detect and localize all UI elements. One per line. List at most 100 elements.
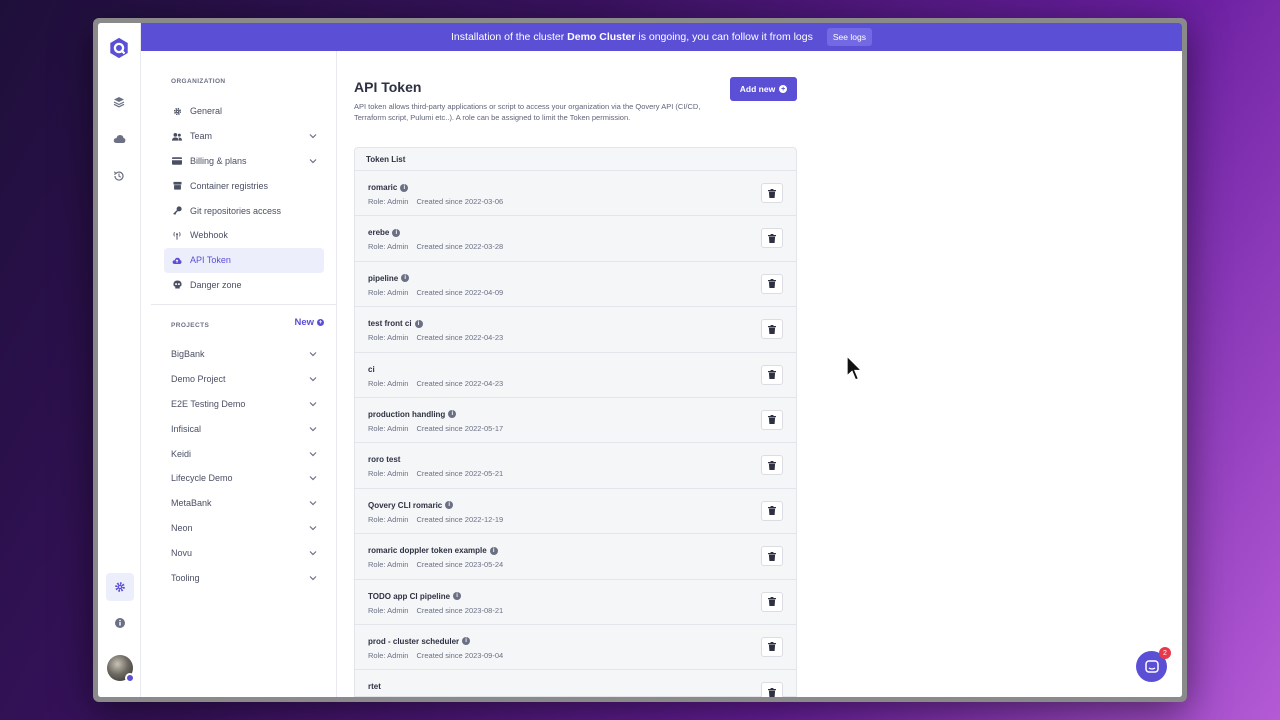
info-icon[interactable]: i [400, 183, 409, 192]
project-item-keidi[interactable]: Keidi [164, 441, 324, 466]
sidebar-item-general[interactable]: General [164, 99, 324, 124]
token-created: Created since 2022-04-09 [416, 287, 504, 297]
qovery-logo-icon[interactable] [108, 37, 130, 59]
chat-support-button[interactable]: 2 [1136, 647, 1171, 682]
chat-unread-badge: 2 [1159, 647, 1171, 659]
token-row: romaric i Role: Admin Created since 2022-03… [355, 171, 796, 217]
info-icon[interactable]: i [448, 410, 457, 419]
project-item-bigbank[interactable]: BigBank [164, 342, 324, 367]
delete-token-button[interactable] [761, 682, 783, 697]
delete-token-button[interactable] [761, 500, 783, 521]
token-row: Qovery CLI romaric i Role: Admin Created si… [355, 489, 796, 535]
delete-token-button[interactable] [761, 591, 783, 612]
project-label: Neon [171, 522, 193, 533]
add-new-token-button[interactable]: Add new + [730, 77, 797, 101]
info-icon[interactable]: i [445, 501, 454, 510]
users-icon [171, 132, 183, 141]
sidebar-item-label: API Token [190, 255, 231, 266]
project-label: MetaBank [171, 498, 212, 509]
project-item-e2e-testing-demo[interactable]: E2E Testing Demo [164, 392, 324, 417]
sidebar-item-billing-plans[interactable]: Billing & plans [164, 149, 324, 174]
token-name-wrap: roro test [368, 455, 400, 464]
token-role: Role: Admin [368, 469, 409, 479]
delete-token-button[interactable] [761, 273, 783, 294]
token-role: Role: Admin [368, 514, 409, 524]
trash-icon [768, 233, 776, 243]
chat-bubble-icon [1144, 659, 1159, 673]
chevron-down-icon [309, 402, 317, 407]
token-name-wrap: prod - cluster scheduler i [368, 637, 471, 646]
sidebar-item-webhook[interactable]: Webhook [164, 223, 324, 248]
see-logs-button[interactable]: See logs [826, 28, 872, 46]
token-name: romaric [368, 183, 398, 192]
page-title: API Token [354, 79, 422, 95]
token-role: Role: Admin [368, 423, 409, 433]
token-role: Role: Admin [368, 333, 409, 343]
chevron-down-icon [309, 526, 317, 531]
cloud-icon[interactable] [105, 125, 133, 153]
token-name: Qovery CLI romaric [368, 500, 443, 510]
organization-section-title: ORGANIZATION [171, 78, 226, 85]
delete-token-button[interactable] [761, 228, 783, 249]
delete-token-button[interactable] [761, 183, 783, 203]
sidebar-item-label: General [190, 106, 223, 117]
project-item-metabank[interactable]: MetaBank [164, 491, 324, 516]
info-icon[interactable]: i [453, 592, 462, 601]
token-created: Created since 2022-05-17 [416, 423, 504, 433]
delete-token-button[interactable] [761, 636, 783, 657]
delete-token-button[interactable] [761, 409, 783, 430]
settings-gear-icon[interactable] [105, 573, 134, 601]
delete-token-button[interactable] [761, 546, 783, 567]
new-project-button[interactable]: New + [294, 317, 324, 328]
delete-token-button[interactable] [761, 364, 783, 385]
icon-rail [98, 23, 141, 697]
sidebar-item-container-registries[interactable]: Container registries [164, 173, 324, 198]
info-icon[interactable]: i [414, 319, 423, 328]
layers-icon[interactable] [105, 88, 133, 116]
sidebar-item-api-token[interactable]: API Token [164, 247, 324, 273]
token-created: Created since 2022-04-23 [416, 378, 504, 388]
token-created: Created since 2023-05-24 [416, 560, 504, 570]
project-label: Lifecycle Demo [171, 473, 233, 484]
token-created: Created since 2023-08-21 [416, 605, 504, 615]
token-meta: Role: Admin Created since 2022-03-06 [368, 197, 503, 206]
history-icon[interactable] [105, 162, 133, 190]
app-window: Installation of the cluster Demo Cluster… [93, 18, 1187, 702]
token-name-wrap: rtet [368, 682, 381, 691]
token-meta: Role: Admin Created since 2023-10-02 [368, 696, 503, 697]
banner-message: Installation of the cluster Demo Cluster… [451, 31, 813, 43]
banner-cluster-name: Demo Cluster [567, 31, 636, 43]
sidebar-item-label: Danger zone [190, 279, 242, 290]
project-item-demo-project[interactable]: Demo Project [164, 367, 324, 392]
project-item-tooling[interactable]: Tooling [164, 565, 324, 590]
token-role: Role: Admin [368, 287, 409, 297]
project-item-neon[interactable]: Neon [164, 516, 324, 541]
token-row: pipeline i Role: Admin Created since 2022-0… [355, 262, 796, 308]
chevron-down-icon [309, 159, 317, 164]
token-name: TODO app CI pipeline [368, 591, 451, 601]
main-content: API Token API token allows third-party a… [354, 51, 1182, 697]
project-label: Infisical [171, 423, 202, 434]
sidebar-item-danger-zone[interactable]: Danger zone [164, 273, 324, 298]
project-item-infisical[interactable]: Infisical [164, 416, 324, 441]
token-meta: Role: Admin Created since 2023-08-21 [368, 606, 503, 615]
sidebar-item-team[interactable]: Team [164, 124, 324, 149]
token-rows: romaric i Role: Admin Created since 2022-03… [355, 171, 796, 697]
delete-token-button[interactable] [761, 319, 783, 340]
token-meta: Role: Admin Created since 2022-04-09 [368, 288, 503, 297]
sidebar-item-git-repositories-access[interactable]: Git repositories access [164, 198, 324, 223]
user-avatar[interactable] [106, 655, 135, 683]
token-name-wrap: romaric doppler token example i [368, 546, 498, 555]
project-item-lifecycle-demo[interactable]: Lifecycle Demo [164, 466, 324, 491]
delete-token-button[interactable] [761, 455, 783, 476]
plus-circle-icon: + [779, 85, 788, 93]
project-item-novu[interactable]: Novu [164, 540, 324, 565]
info-icon[interactable]: i [489, 546, 498, 555]
trash-icon [768, 506, 776, 516]
info-icon[interactable]: i [401, 274, 410, 283]
project-label: BigBank [171, 349, 205, 360]
info-icon[interactable] [106, 609, 134, 637]
info-icon[interactable]: i [462, 637, 471, 646]
settings-nav-list: General Team Billing & plans Container regi… [164, 99, 324, 297]
info-icon[interactable]: i [392, 228, 401, 237]
